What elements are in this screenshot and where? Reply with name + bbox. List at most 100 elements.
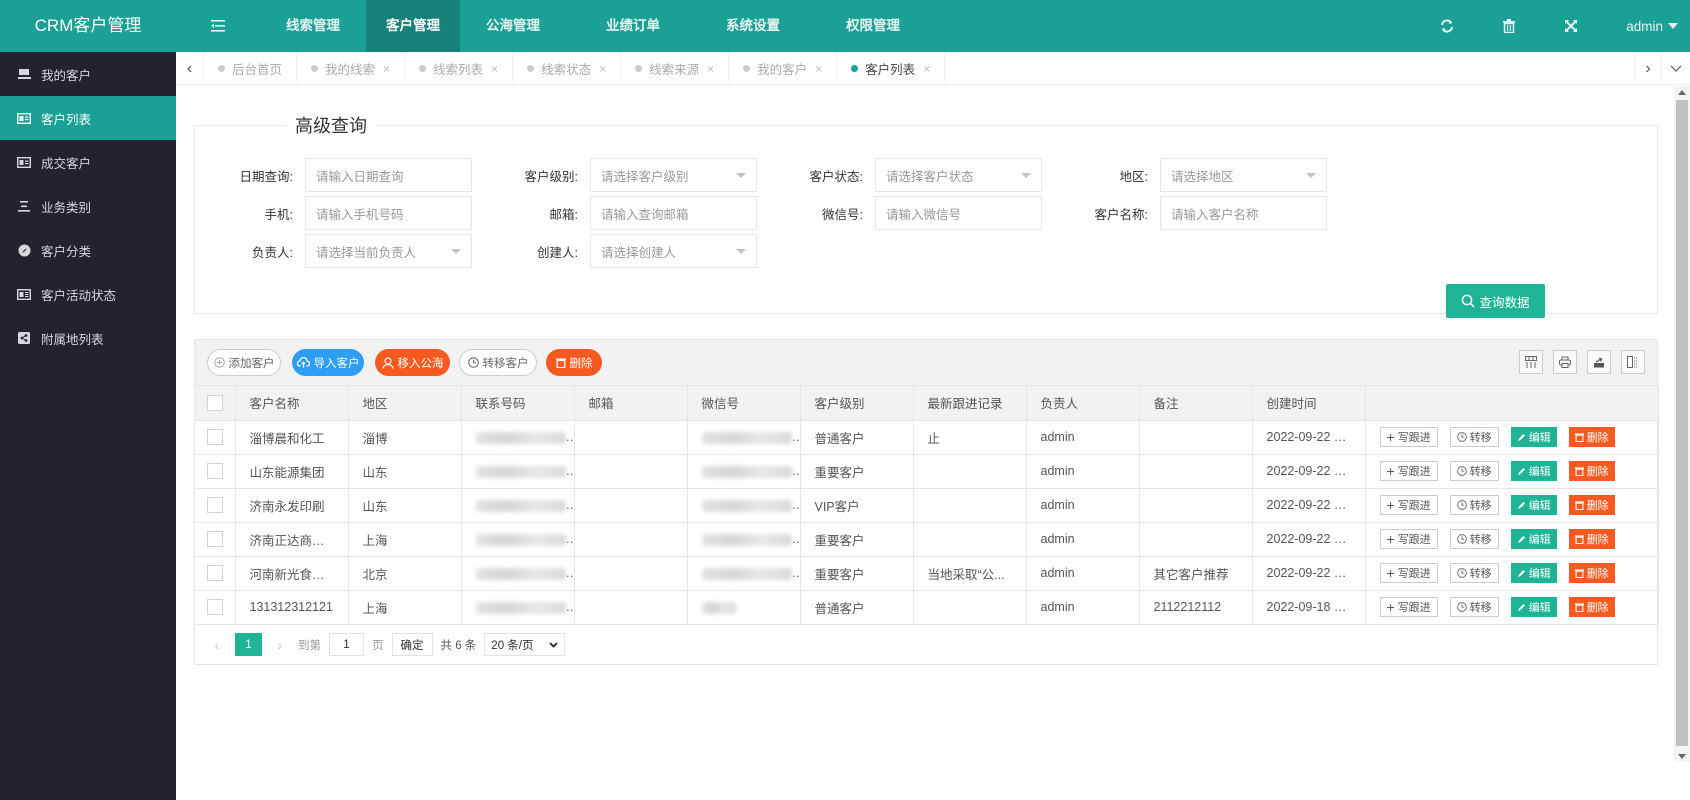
top-nav-permissions[interactable]: 权限管理: [826, 0, 920, 52]
top-nav-settings[interactable]: 系统设置: [706, 0, 800, 52]
row-checkbox[interactable]: [206, 463, 223, 479]
scrollbar-thumb[interactable]: [1676, 100, 1688, 746]
user-menu[interactable]: admin: [1602, 19, 1690, 34]
transfer-customer-button[interactable]: 转移客户: [459, 349, 537, 376]
export-icon[interactable]: [1587, 350, 1611, 374]
transfer-button[interactable]: 转移: [1449, 495, 1499, 515]
sidebar-item-my-customers[interactable]: 我的客户: [0, 52, 176, 96]
columns-icon[interactable]: [1519, 350, 1543, 374]
delete-button[interactable]: 删除: [1568, 427, 1615, 447]
table-row[interactable]: 131312312121 上海 普通客户 admin 2112212112 2022-09…: [195, 590, 1659, 625]
fullscreen-icon[interactable]: [1540, 0, 1602, 52]
write-follow-up-button[interactable]: + 写跟进: [1379, 563, 1438, 583]
edit-button[interactable]: 编辑: [1510, 461, 1557, 481]
column-header-owner[interactable]: 负责人: [1026, 386, 1140, 421]
top-nav-customers[interactable]: 客户管理: [366, 0, 460, 52]
add-customer-button[interactable]: 添加客户: [207, 349, 281, 376]
tab-my-leads[interactable]: 我的线索 ×: [297, 52, 406, 85]
region-select[interactable]: 请选择地区: [1160, 158, 1327, 192]
move-to-public-pool-button[interactable]: 移入公海: [375, 349, 450, 376]
top-nav-orders[interactable]: 业绩订单: [586, 0, 680, 52]
row-checkbox[interactable]: [206, 531, 223, 547]
close-icon[interactable]: ×: [383, 62, 390, 76]
sidebar-item-customer-category[interactable]: 客户分类: [0, 228, 176, 272]
customer-name-input[interactable]: 请输入客户名称: [1160, 196, 1327, 230]
tab-my-customers[interactable]: 我的客户 ×: [729, 52, 838, 85]
column-header-created[interactable]: 创建时间: [1252, 386, 1366, 421]
goto-page-input[interactable]: 1: [329, 633, 364, 656]
table-row[interactable]: 河南新光食品... 北京 重要客户 当地采取“公... admin 其它客户推荐 2022-…: [195, 556, 1659, 591]
close-icon[interactable]: ×: [815, 62, 822, 76]
row-checkbox[interactable]: [206, 565, 223, 581]
sidebar-item-activity-status[interactable]: 客户活动状态: [0, 272, 176, 316]
table-row[interactable]: 淄博晨和化工 淄博 普通客户止 admin 2022-09-22 1... + 写跟进 转…: [195, 420, 1659, 455]
row-checkbox[interactable]: [206, 599, 223, 615]
transfer-button[interactable]: 转移: [1449, 597, 1499, 617]
column-header-level[interactable]: 客户级别: [800, 386, 914, 421]
delete-button[interactable]: 删除: [1568, 495, 1615, 515]
edit-button[interactable]: 编辑: [1510, 427, 1557, 447]
top-nav-public-pool[interactable]: 公海管理: [466, 0, 560, 52]
select-all-checkbox[interactable]: [206, 394, 223, 411]
write-follow-up-button[interactable]: + 写跟进: [1379, 495, 1438, 515]
write-follow-up-button[interactable]: + 写跟进: [1379, 597, 1438, 617]
column-header-name[interactable]: 客户名称: [235, 386, 349, 421]
column-header-latest-follow[interactable]: 最新跟进记录: [913, 386, 1027, 421]
next-page-icon[interactable]: ›: [270, 637, 290, 653]
column-header-region[interactable]: 地区: [348, 386, 462, 421]
close-icon[interactable]: ×: [707, 62, 714, 76]
phone-input[interactable]: 请输入手机号码: [305, 196, 472, 230]
transfer-button[interactable]: 转移: [1449, 563, 1499, 583]
table-row[interactable]: 济南永发印刷 山东 VIP客户 admin 2022-09-22 1... + 写跟进 转…: [195, 488, 1659, 523]
prev-page-icon[interactable]: ‹: [207, 637, 227, 653]
column-header-remark[interactable]: 备注: [1139, 386, 1253, 421]
date-input[interactable]: 请输入日期查询: [305, 158, 472, 192]
top-nav-leads[interactable]: 线索管理: [266, 0, 360, 52]
tabs-scroll-left-icon[interactable]: ‹: [176, 52, 204, 85]
delete-button[interactable]: 删除: [1568, 461, 1615, 481]
print-icon[interactable]: [1553, 350, 1577, 374]
close-icon[interactable]: ×: [599, 62, 606, 76]
creator-select[interactable]: 请选择创建人: [590, 234, 757, 268]
transfer-button[interactable]: 转移: [1449, 529, 1499, 549]
write-follow-up-button[interactable]: + 写跟进: [1379, 529, 1438, 549]
edit-button[interactable]: 编辑: [1510, 563, 1557, 583]
sidebar-item-business-category[interactable]: 业务类别: [0, 184, 176, 228]
sidebar-item-affiliate-list[interactable]: 附属地列表: [0, 316, 176, 360]
row-checkbox[interactable]: [206, 429, 223, 445]
sidebar-item-customer-list[interactable]: 客户列表: [0, 96, 176, 140]
tab-lead-source[interactable]: 线索来源 ×: [621, 52, 730, 85]
bulk-delete-button[interactable]: 删除: [546, 349, 602, 376]
tabs-menu-chevron-down-icon[interactable]: [1662, 52, 1690, 85]
tab-dashboard[interactable]: 后台首页: [204, 52, 298, 85]
sidebar-item-deal-customers[interactable]: 成交客户: [0, 140, 176, 184]
scroll-up-arrow-icon[interactable]: [1678, 90, 1686, 95]
delete-button[interactable]: 删除: [1568, 529, 1615, 549]
edit-button[interactable]: 编辑: [1510, 529, 1557, 549]
level-select[interactable]: 请选择客户级别: [590, 158, 757, 192]
layout-icon[interactable]: [1621, 350, 1645, 374]
import-customer-button[interactable]: 导入客户: [292, 349, 364, 376]
tabs-scroll-right-icon[interactable]: ›: [1634, 52, 1662, 85]
menu-toggle-icon[interactable]: [208, 16, 228, 36]
status-select[interactable]: 请选择客户状态: [875, 158, 1042, 192]
table-row[interactable]: 济南正达商贸... 上海 重要客户 admin 2022-09-22 1... + 写跟进…: [195, 522, 1659, 557]
table-row[interactable]: 山东能源集团 山东 重要客户 admin 2022-09-22 1... + 写跟进 转移…: [195, 454, 1659, 489]
delete-button[interactable]: 删除: [1568, 563, 1615, 583]
edit-button[interactable]: 编辑: [1510, 495, 1557, 515]
close-icon[interactable]: ×: [491, 62, 498, 76]
column-header-wechat[interactable]: 微信号: [687, 386, 801, 421]
page-size-select[interactable]: 20 条/页: [484, 633, 566, 656]
transfer-button[interactable]: 转移: [1449, 461, 1499, 481]
email-input[interactable]: 请输入查询邮箱: [590, 196, 757, 230]
trash-icon[interactable]: [1478, 0, 1540, 52]
column-header-phone[interactable]: 联系号码: [461, 386, 575, 421]
wechat-input[interactable]: 请输入微信号: [875, 196, 1042, 230]
transfer-button[interactable]: 转移: [1449, 427, 1499, 447]
vertical-scrollbar[interactable]: [1674, 86, 1690, 762]
tab-customer-list[interactable]: 客户列表 ×: [837, 52, 946, 85]
edit-button[interactable]: 编辑: [1510, 597, 1557, 617]
row-checkbox[interactable]: [206, 497, 223, 513]
delete-button[interactable]: 删除: [1568, 597, 1615, 617]
write-follow-up-button[interactable]: + 写跟进: [1379, 461, 1438, 481]
